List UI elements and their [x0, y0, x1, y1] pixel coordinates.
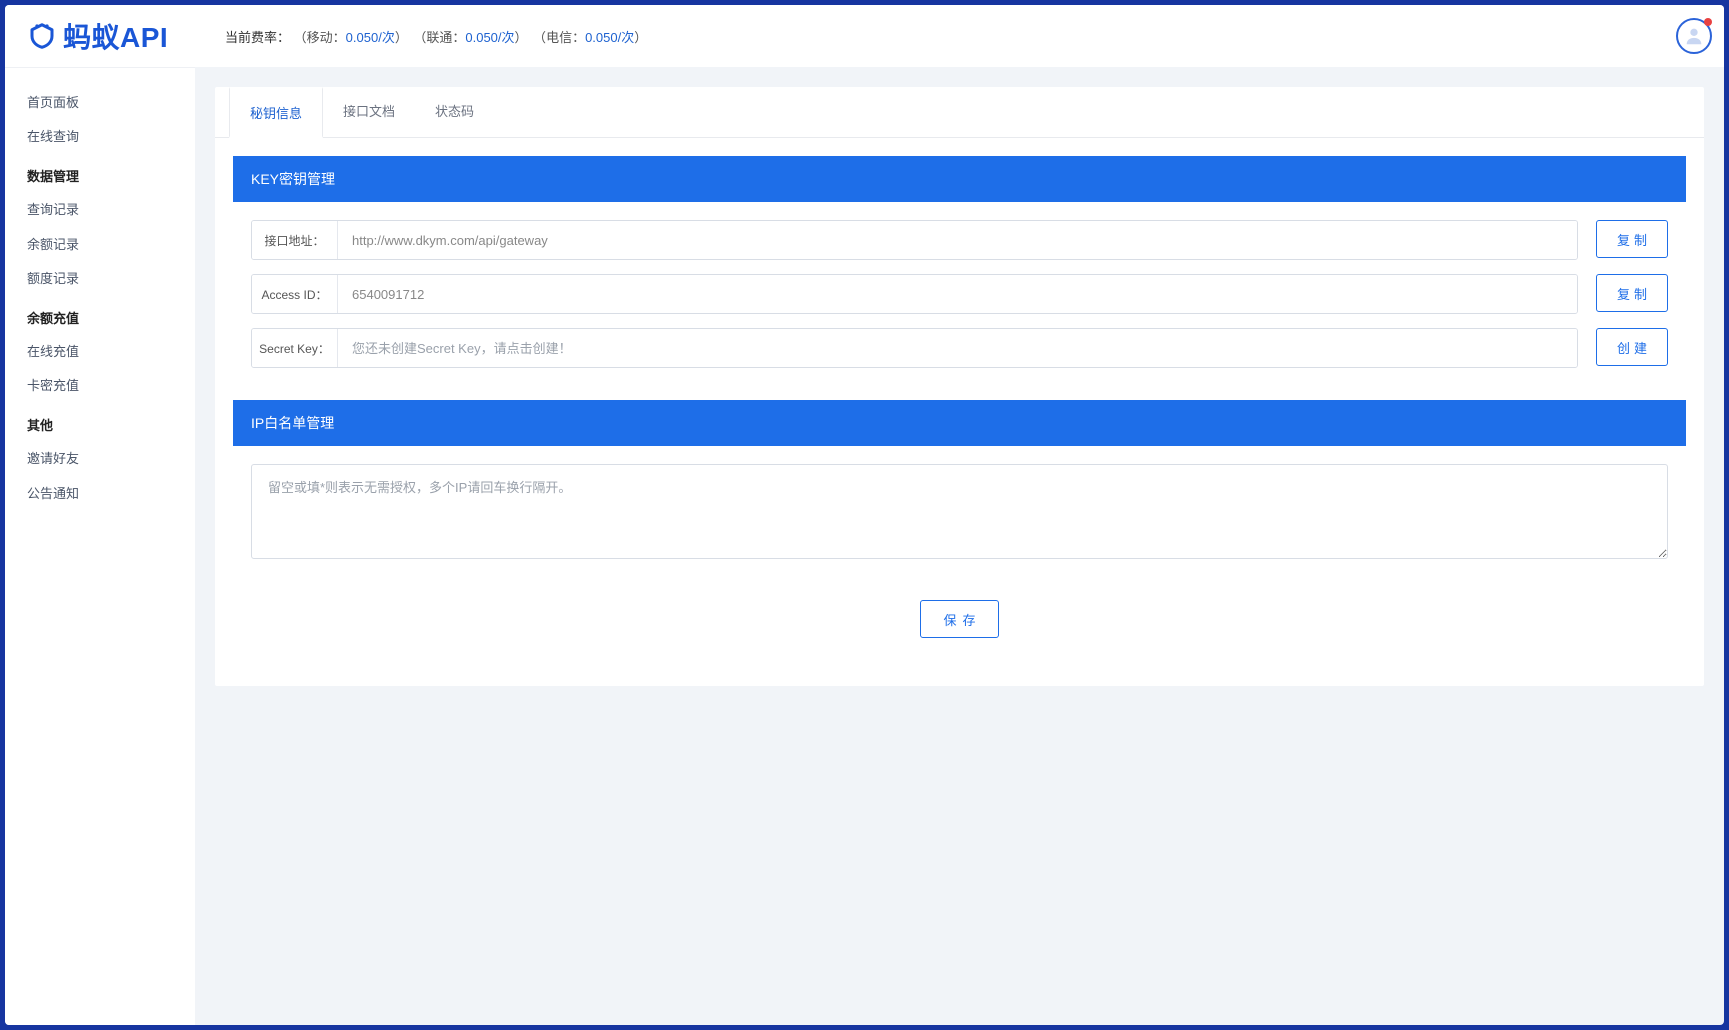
- logo-text: 蚂蚁API: [63, 16, 168, 56]
- logo-icon: [27, 21, 57, 51]
- rate-item: （移动：0.050/次）: [294, 30, 408, 45]
- sidebar-item[interactable]: 卡密充值: [5, 369, 195, 403]
- sidebar-item[interactable]: 额度记录: [5, 262, 195, 296]
- tabs: 秘钥信息接口文档状态码: [215, 87, 1704, 138]
- user-avatar[interactable]: [1676, 18, 1712, 54]
- input-label: 接口地址：: [252, 221, 338, 259]
- input-group: 接口地址：: [251, 220, 1578, 260]
- sidebar: 首页面板在线查询数据管理查询记录余额记录额度记录余额充值在线充值卡密充值其他邀请…: [5, 67, 195, 1025]
- rate-item: （联通：0.050/次）: [420, 30, 528, 45]
- sidebar-item[interactable]: 邀请好友: [5, 442, 195, 476]
- sidebar-group: 余额充值: [5, 300, 195, 335]
- sidebar-item[interactable]: 公告通知: [5, 477, 195, 511]
- tab[interactable]: 接口文档: [323, 87, 415, 138]
- sidebar-group: 数据管理: [5, 158, 195, 193]
- text-input[interactable]: [338, 329, 1577, 367]
- copy-button[interactable]: 复制: [1596, 274, 1668, 312]
- text-input[interactable]: [338, 275, 1577, 313]
- logo: 蚂蚁API: [5, 16, 205, 56]
- input-group: Secret Key：: [251, 328, 1578, 368]
- key-section-header: KEY密钥管理: [233, 156, 1686, 202]
- input-group: Access ID：: [251, 274, 1578, 314]
- ip-section-header: IP白名单管理: [233, 400, 1686, 446]
- input-label: Access ID：: [252, 275, 338, 313]
- sidebar-item[interactable]: 余额记录: [5, 228, 195, 262]
- sidebar-group: 其他: [5, 407, 195, 442]
- create-button[interactable]: 创建: [1596, 328, 1668, 366]
- save-button[interactable]: 保存: [920, 600, 998, 638]
- sidebar-item[interactable]: 在线查询: [5, 120, 195, 154]
- input-label: Secret Key：: [252, 329, 338, 367]
- notification-dot-icon: [1704, 18, 1712, 26]
- text-input[interactable]: [338, 221, 1577, 259]
- sidebar-item[interactable]: 在线充值: [5, 335, 195, 369]
- sidebar-item[interactable]: 首页面板: [5, 86, 195, 120]
- rate-bar: 当前费率： （移动：0.050/次） （联通：0.050/次） （电信：0.050/…: [205, 27, 1664, 46]
- ip-whitelist-textarea[interactable]: [251, 464, 1668, 559]
- copy-button[interactable]: 复制: [1596, 220, 1668, 258]
- sidebar-item[interactable]: 查询记录: [5, 193, 195, 227]
- tab[interactable]: 状态码: [415, 87, 494, 138]
- tab[interactable]: 秘钥信息: [229, 87, 323, 138]
- rate-item: （电信：0.050/次）: [540, 30, 648, 45]
- rate-label: 当前费率：: [225, 30, 290, 45]
